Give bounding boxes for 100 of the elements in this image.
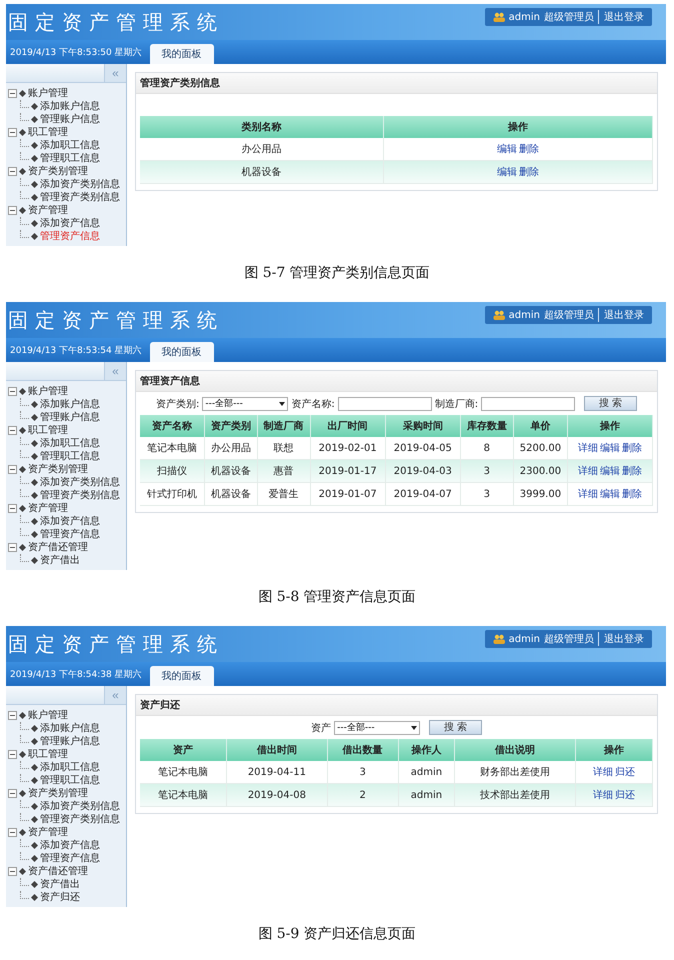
collapse-icon[interactable]	[8, 167, 17, 176]
tree-group[interactable]: 资产类别管理	[28, 463, 88, 476]
collapse-icon[interactable]	[8, 426, 17, 435]
logout-link[interactable]: 退出登录	[598, 10, 644, 24]
collapse-icon[interactable]	[8, 750, 17, 759]
input-field[interactable]	[481, 396, 576, 410]
column-header: 单价	[513, 415, 568, 437]
logout-link[interactable]: 退出登录	[598, 308, 644, 322]
collapse-icon[interactable]	[8, 465, 17, 474]
tree-item[interactable]: 管理资产类别信息	[40, 489, 120, 502]
tree-group[interactable]: 资产管理	[28, 502, 68, 515]
tree-item[interactable]: 管理资产信息	[40, 852, 100, 865]
tree-group[interactable]: 职工管理	[28, 126, 68, 139]
table-cell: 2019-04-07	[385, 482, 460, 506]
select-field[interactable]: ---全部---	[334, 720, 420, 734]
collapse-icon[interactable]	[8, 789, 17, 798]
tree-group[interactable]: 资产管理	[28, 204, 68, 217]
tree-group[interactable]: 职工管理	[28, 748, 68, 761]
tree-item[interactable]: 添加资产信息	[40, 839, 100, 852]
table-cell: 机器设备	[140, 160, 384, 184]
tree-item[interactable]: 添加账户信息	[40, 722, 100, 735]
action-link[interactable]: 编辑	[600, 489, 620, 500]
tree-group[interactable]: 账户管理	[28, 87, 68, 100]
date-time: 2019/4/13 下午8:54:38 星期六	[9, 668, 142, 680]
action-link[interactable]: 详细	[592, 790, 613, 801]
tree-group[interactable]: 账户管理	[28, 385, 68, 398]
tree-item[interactable]: 资产借出	[40, 554, 80, 567]
column-header: 资产类别	[204, 415, 258, 437]
column-header: 借出时间	[226, 739, 328, 761]
tree-item[interactable]: 管理资产类别信息	[40, 813, 120, 826]
user-role: 超级管理员	[544, 308, 594, 322]
user-name: admin	[508, 310, 540, 320]
tree-item[interactable]: 资产归还	[40, 891, 80, 904]
tab[interactable]: 我的面板	[150, 342, 214, 362]
field-label: 制造厂商:	[434, 398, 478, 410]
tree-group[interactable]: 资产借还管理	[28, 865, 88, 878]
tree-group[interactable]: 资产管理	[28, 826, 68, 839]
tree-item[interactable]: 添加资产类别信息	[40, 800, 120, 813]
action-link[interactable]: 详细	[592, 767, 613, 778]
tree-item[interactable]: 添加职工信息	[40, 139, 100, 152]
action-link[interactable]: 归还	[614, 790, 635, 801]
tree-item[interactable]: 添加资产信息	[40, 217, 100, 230]
user-role: 超级管理员	[544, 632, 594, 646]
action-link[interactable]: 删除	[622, 489, 642, 500]
select-field[interactable]: ---全部---	[202, 396, 288, 410]
tab[interactable]: 我的面板	[150, 44, 214, 64]
tree-group[interactable]: 资产类别管理	[28, 165, 88, 178]
action-link[interactable]: 详细	[578, 466, 598, 477]
action-link[interactable]: 详细	[578, 443, 598, 454]
action-link[interactable]: 归还	[614, 767, 635, 778]
tree-item[interactable]: 管理资产信息	[40, 230, 100, 243]
action-link[interactable]: 编辑	[496, 167, 517, 178]
tree-item[interactable]: 管理资产信息	[40, 528, 100, 541]
column-header: 库存数量	[460, 415, 514, 437]
action-link[interactable]: 删除	[622, 443, 642, 454]
tree-item[interactable]: 添加资产类别信息	[40, 178, 120, 191]
action-link[interactable]: 编辑	[496, 144, 517, 155]
tree-item[interactable]: 管理职工信息	[40, 774, 100, 787]
tree-item[interactable]: 管理职工信息	[40, 450, 100, 463]
collapse-icon[interactable]	[8, 128, 17, 137]
action-link[interactable]: 删除	[518, 167, 539, 178]
tree-item[interactable]: 添加资产类别信息	[40, 476, 120, 489]
input-field[interactable]	[338, 396, 432, 410]
action-link[interactable]: 删除	[518, 144, 539, 155]
collapse-icon[interactable]	[8, 206, 17, 215]
column-header: 类别名称	[140, 116, 384, 138]
tab[interactable]: 我的面板	[150, 666, 214, 686]
tree-item[interactable]: 管理账户信息	[40, 411, 100, 424]
tree-item[interactable]: 添加资产信息	[40, 515, 100, 528]
search-button[interactable]: 搜 索	[429, 720, 482, 735]
collapse-icon[interactable]	[8, 387, 17, 396]
tree-item[interactable]: 添加账户信息	[40, 100, 100, 113]
field-label: 资产	[311, 722, 332, 734]
collapse-icon[interactable]	[8, 504, 17, 513]
user-name: admin	[508, 634, 540, 644]
action-link[interactable]: 删除	[622, 466, 642, 477]
collapse-icon[interactable]	[8, 89, 17, 98]
search-button[interactable]: 搜 索	[584, 396, 637, 411]
collapse-icon[interactable]	[8, 543, 17, 552]
logout-link[interactable]: 退出登录	[598, 632, 644, 646]
users-icon	[492, 12, 505, 22]
tree-item[interactable]: 资产借出	[40, 878, 80, 891]
action-link[interactable]: 编辑	[600, 466, 620, 477]
collapse-icon[interactable]	[8, 711, 17, 720]
tree-group[interactable]: 资产借还管理	[28, 541, 88, 554]
tree-item[interactable]: 管理资产类别信息	[40, 191, 120, 204]
collapse-icon[interactable]	[8, 828, 17, 837]
tree-group[interactable]: 职工管理	[28, 424, 68, 437]
tree-item[interactable]: 添加职工信息	[40, 437, 100, 450]
tree-group[interactable]: 账户管理	[28, 709, 68, 722]
collapse-icon[interactable]	[8, 867, 17, 876]
tree-item[interactable]: 添加账户信息	[40, 398, 100, 411]
tree-item[interactable]: 管理账户信息	[40, 735, 100, 748]
tree-item[interactable]: 管理账户信息	[40, 113, 100, 126]
tree-item[interactable]: 添加职工信息	[40, 761, 100, 774]
table-cell: 机器设备	[204, 482, 258, 506]
tree-item[interactable]: 管理职工信息	[40, 152, 100, 165]
action-link[interactable]: 详细	[578, 489, 598, 500]
action-link[interactable]: 编辑	[600, 443, 620, 454]
tree-group[interactable]: 资产类别管理	[28, 787, 88, 800]
